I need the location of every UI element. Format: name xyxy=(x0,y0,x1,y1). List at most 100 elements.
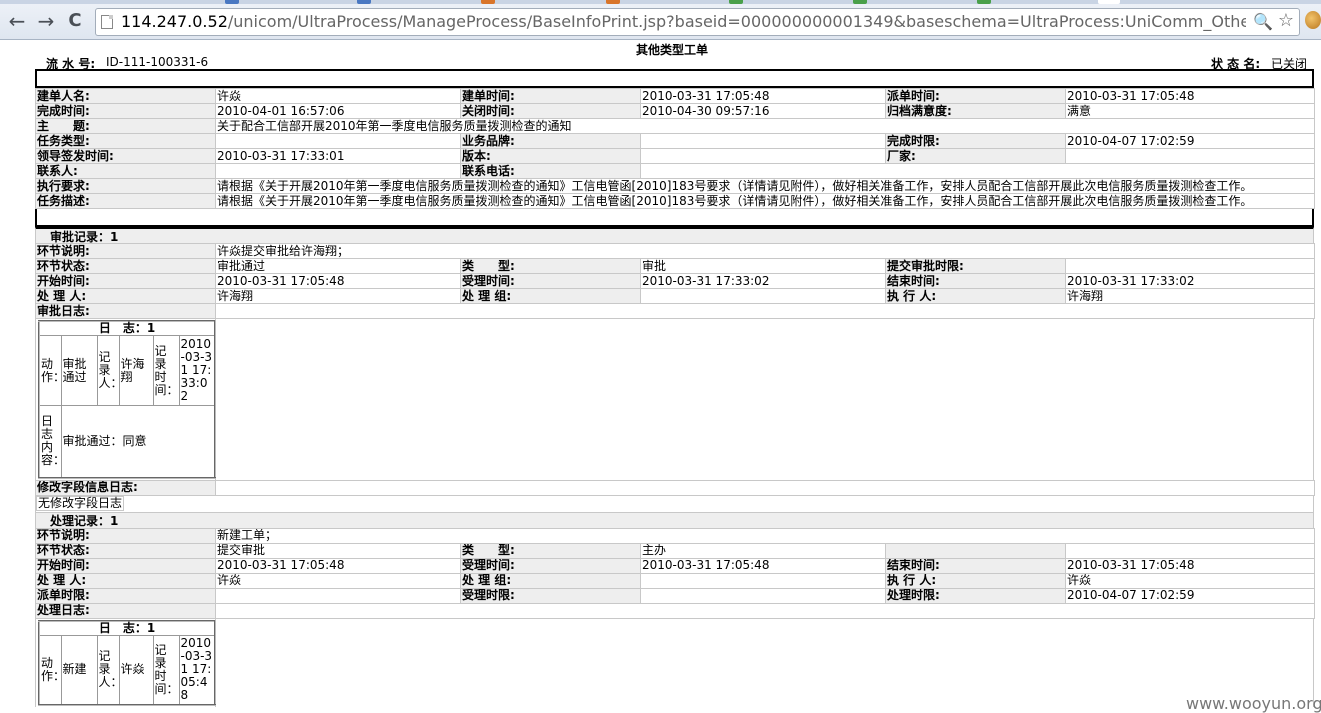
tab-strip[interactable] xyxy=(0,0,1321,4)
table-row: 建单人名: 许焱 建单时间: 2010-03-31 17:05:48 派单时间:… xyxy=(35,88,1315,104)
approval-limit-value xyxy=(1064,258,1316,274)
tab-favicon-icon[interactable] xyxy=(977,0,991,4)
dispatch-value: 2010-03-31 17:05:48 xyxy=(1065,88,1315,104)
reload-icon: C xyxy=(68,10,82,31)
task-type-label: 任务类型: xyxy=(35,133,216,149)
process-log-box: 日 志：1 动作： 新建 记录人： 许焱 记录时间： 2010-03-31 17… xyxy=(36,618,217,707)
tab-favicon-icon[interactable] xyxy=(225,0,239,4)
table-row: 派单时限: 受理时限: 处理时限: 2010-04-07 17:02:59 xyxy=(35,587,1316,604)
approval-log-area: 日 志：1 动作： 审批通过 记录人： 许海翔 记录时间： 2010-03-31… xyxy=(35,319,1314,480)
finish-value: 2010-04-01 16:57:06 xyxy=(215,103,461,119)
log-time-value: 2010-03-31 17:05:48 xyxy=(178,634,216,706)
table-row: 环节状态: 审批通过 类 型: 审批 提交审批时限: xyxy=(35,258,1316,274)
watermark-text: www.wooyun.org xyxy=(1186,694,1321,713)
close-label: 关闭时间: xyxy=(460,103,641,119)
modlog-table: 修改字段信息日志: xyxy=(35,479,1315,496)
table-row: 修改字段信息日志: xyxy=(35,479,1315,496)
end-label: 结束时间: xyxy=(885,273,1066,289)
url-path: /unicom/UltraProcess/ManageProcess/BaseI… xyxy=(227,12,1246,31)
leader-value: 2010-03-31 17:33:01 xyxy=(215,148,461,164)
approval-section-title: 审批记录：1 xyxy=(35,227,1314,244)
contact-value xyxy=(215,163,461,179)
handler-label: 处 理 人: xyxy=(35,572,216,589)
modlog-spacer xyxy=(215,479,1315,496)
page-title: 其他类型工单 xyxy=(636,43,709,57)
step-desc-label: 环节说明: xyxy=(35,243,216,259)
group-value xyxy=(640,288,886,304)
bookmark-star-icon[interactable]: ☆ xyxy=(1278,10,1294,31)
modlog-label: 修改字段信息日志: xyxy=(35,479,216,496)
log-content-label: 日志内容： xyxy=(38,405,65,478)
deadline-value: 2010-04-07 17:02:59 xyxy=(1065,133,1315,149)
dispatch-limit-value xyxy=(215,587,461,604)
type-value: 主办 xyxy=(640,542,886,559)
back-arrow-icon: ← xyxy=(8,9,26,33)
created-value: 2010-03-31 17:05:48 xyxy=(640,88,886,104)
executor-value: 许焱 xyxy=(1064,572,1316,589)
serial-value: ID-111-100331-6 xyxy=(106,55,209,69)
back-button[interactable]: ← xyxy=(5,9,29,33)
tab-active[interactable] xyxy=(1098,0,1120,4)
step-desc-value: 许焱提交审批给许海翔； xyxy=(214,243,1316,259)
table-row: 处理日志: xyxy=(35,602,1316,619)
browser-toolbar: ← → C 114.247.0.52/unicom/UltraProcess/M… xyxy=(0,0,1321,40)
process-log-table: 日 志：1 动作： 新建 记录人： 许焱 记录时间： 2010-03-31 17… xyxy=(38,619,217,706)
forward-button[interactable]: → xyxy=(34,9,58,33)
tab-favicon-icon[interactable] xyxy=(357,0,371,4)
table-row: 环节状态: 提交审批 类 型: 主办 xyxy=(35,542,1316,559)
tab-favicon-icon[interactable] xyxy=(729,0,743,4)
tab-favicon-icon[interactable] xyxy=(481,0,495,4)
step-status-value: 提交审批 xyxy=(215,542,461,559)
executor-value: 许海翔 xyxy=(1064,288,1316,304)
log-action-label: 动作： xyxy=(38,335,65,406)
version-value xyxy=(640,148,886,164)
executor-label: 执 行 人: xyxy=(885,288,1066,304)
table-row: 处 理 人: 许焱 处 理 组: 执 行 人: 许焱 xyxy=(35,572,1316,589)
tab-favicon-icon[interactable] xyxy=(853,0,867,4)
step-desc-value: 新建工单； xyxy=(214,527,1316,544)
address-bar[interactable]: 114.247.0.52/unicom/UltraProcess/ManageP… xyxy=(95,8,1300,36)
close-value: 2010-04-30 09:57:16 xyxy=(640,103,886,119)
end-value: 2010-03-31 17:33:02 xyxy=(1064,273,1316,289)
log-fill xyxy=(216,319,1313,480)
dispatch-limit-label: 派单时限: xyxy=(35,587,216,604)
accept-limit-value xyxy=(640,587,886,604)
tab-favicon-icon[interactable] xyxy=(606,0,620,4)
table-row: 环节说明: 新建工单； xyxy=(35,527,1316,544)
process-log-spacer xyxy=(214,602,1316,619)
process-section-title: 处理记录：1 xyxy=(35,511,1314,528)
accept-limit-label: 受理时限: xyxy=(460,587,641,604)
process-log-area: 日 志：1 动作： 新建 记录人： 许焱 记录时间： 2010-03-31 17… xyxy=(35,618,1314,707)
magnifier-icon[interactable]: 🔍 xyxy=(1253,12,1273,31)
page-icon xyxy=(101,15,113,29)
phone-label: 联系电话: xyxy=(460,163,641,179)
table-row: 任务类型: 业务品牌: 完成时限: 2010-04-07 17:02:59 xyxy=(35,133,1315,149)
end-value: 2010-03-31 17:05:48 xyxy=(1064,557,1316,574)
table-row: 执行要求: 请根据《关于开展2010年第一季度电信服务质量拨测检查的通知》工信电… xyxy=(35,178,1315,194)
reload-button[interactable]: C xyxy=(63,9,87,33)
end-label: 结束时间: xyxy=(885,557,1066,574)
start-label: 开始时间: xyxy=(35,273,216,289)
url-text[interactable]: 114.247.0.52/unicom/UltraProcess/ManageP… xyxy=(121,12,1246,31)
description-label: 任务描述: xyxy=(35,193,216,209)
log-time-label: 记录时间： xyxy=(152,335,180,406)
subject-label: 主 题: xyxy=(35,118,216,134)
description-value: 请根据《关于开展2010年第一季度电信服务质量拨测检查的通知》工信电管函[201… xyxy=(215,193,1315,209)
ticket-content: 建单人名: 许焱 建单时间: 2010-03-31 17:05:48 派单时间:… xyxy=(35,69,1316,707)
table-row: 领导签发时间: 2010-03-31 17:33:01 版本: 厂家: xyxy=(35,148,1315,164)
log-header: 日 志：1 xyxy=(39,620,216,636)
extension-cookie-icon[interactable] xyxy=(1305,11,1321,29)
table-row: 审批日志: xyxy=(35,303,1316,319)
approval-log-label: 审批日志: xyxy=(35,303,216,319)
table-row: 开始时间: 2010-03-31 17:05:48 受理时间: 2010-03-… xyxy=(35,273,1316,289)
creator-value: 许焱 xyxy=(215,88,461,104)
vendor-value xyxy=(1065,148,1315,164)
group-value xyxy=(640,572,886,589)
log-content-value: 审批通过：同意 xyxy=(60,405,216,478)
version-label: 版本: xyxy=(460,148,641,164)
type-label: 类 型: xyxy=(460,258,641,274)
approval-limit-label: 提交审批时限: xyxy=(885,258,1066,274)
table-row: 动作： 新建 记录人： 许焱 记录时间： 2010-03-31 17:05:48 xyxy=(38,634,216,706)
base-info-table: 建单人名: 许焱 建单时间: 2010-03-31 17:05:48 派单时间:… xyxy=(35,88,1315,209)
start-value: 2010-03-31 17:05:48 xyxy=(215,557,461,574)
